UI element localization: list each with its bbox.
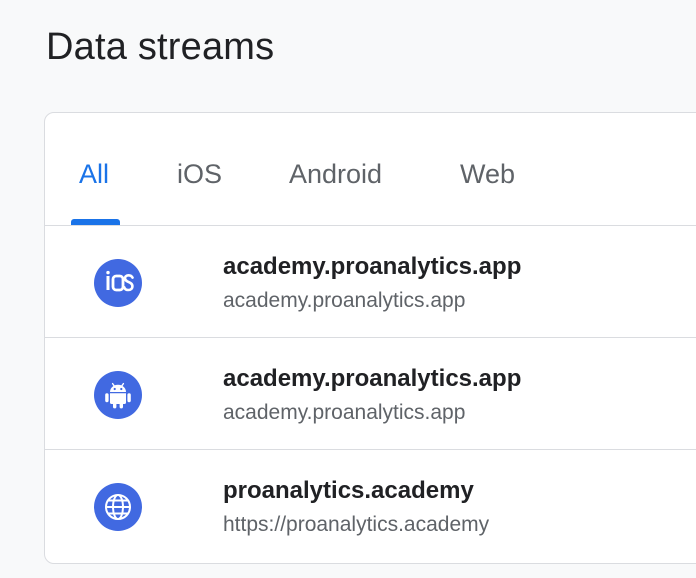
android-icon — [94, 371, 142, 419]
stream-name: academy.proanalytics.app — [223, 365, 522, 392]
ios-icon — [94, 259, 142, 307]
data-streams-page: Data streams All iOS Android Web academy… — [0, 0, 696, 578]
globe-icon — [94, 483, 142, 531]
stream-name: proanalytics.academy — [223, 477, 474, 504]
data-streams-card: All iOS Android Web academy.proanalytics… — [44, 112, 696, 564]
page-title: Data streams — [46, 26, 275, 68]
stream-row-android[interactable]: academy.proanalytics.app academy.proanal… — [45, 338, 696, 450]
tab-ios[interactable]: iOS — [177, 159, 222, 190]
stream-url: academy.proanalytics.app — [223, 289, 466, 312]
platform-tabs: All iOS Android Web — [45, 113, 696, 226]
tab-web[interactable]: Web — [460, 159, 515, 190]
stream-name: academy.proanalytics.app — [223, 253, 522, 280]
stream-url: https://proanalytics.academy — [223, 513, 490, 536]
tab-all[interactable]: All — [79, 159, 109, 190]
tab-android[interactable]: Android — [289, 159, 382, 190]
stream-row-web[interactable]: proanalytics.academy https://proanalytic… — [45, 450, 696, 562]
active-tab-indicator — [71, 219, 120, 225]
stream-row-ios[interactable]: academy.proanalytics.app academy.proanal… — [45, 226, 696, 338]
stream-url: academy.proanalytics.app — [223, 401, 466, 424]
